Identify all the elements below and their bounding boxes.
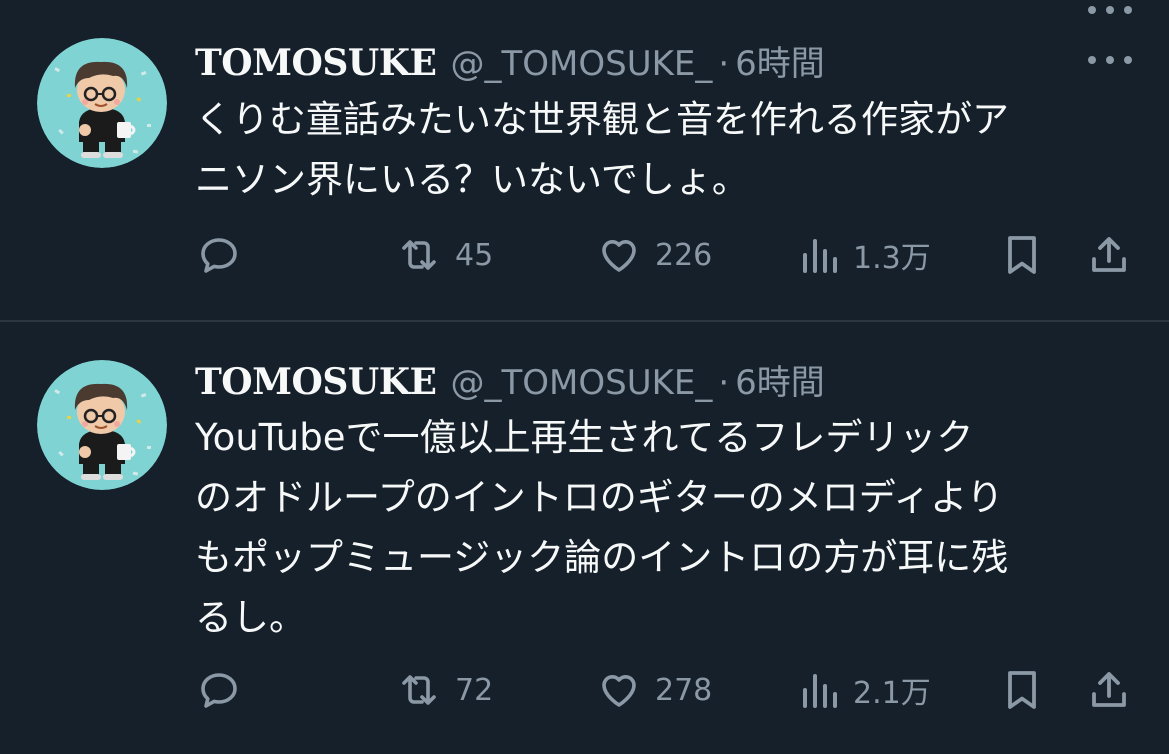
display-name[interactable]: TOMOSUKE	[195, 361, 437, 403]
share-button[interactable]	[1085, 230, 1133, 280]
avatar-illustration	[37, 360, 167, 490]
views-icon	[803, 674, 837, 708]
bookmark-button[interactable]	[998, 230, 1046, 280]
share-button[interactable]	[1085, 665, 1133, 715]
tweet-actions: 45 226 1.3万	[195, 230, 1140, 280]
user-handle[interactable]: @_TOMOSUKE_	[450, 363, 712, 403]
heart-icon	[602, 240, 636, 272]
retweet-button[interactable]: 45	[395, 230, 493, 280]
retweet-icon	[402, 240, 436, 270]
more-icon[interactable]	[1088, 50, 1132, 70]
tweet-text: YouTubeで一億以上再生されてるフレデリック のオドループのイントロのギター…	[195, 416, 1009, 639]
views-count: 2.1万	[853, 676, 931, 711]
like-button[interactable]: 226	[595, 230, 712, 280]
more-dot	[1106, 6, 1114, 14]
separator: ·	[718, 44, 730, 84]
separator: ·	[718, 363, 730, 403]
more-dot	[1124, 56, 1132, 64]
tweet-text: くりむ童話みたいな世界観と音を作れる作家がア ニソン界にいる？いないでしょ。	[195, 98, 1009, 201]
bookmark-icon	[1008, 671, 1036, 709]
timestamp[interactable]: 6時間	[735, 36, 825, 85]
retweet-icon	[402, 675, 436, 705]
more-dot	[1106, 56, 1114, 64]
views-button[interactable]: 2.1万	[797, 665, 931, 715]
timestamp[interactable]: 6時間	[735, 355, 825, 404]
retweet-count: 45	[455, 237, 494, 273]
avatar-illustration	[37, 38, 167, 168]
like-button[interactable]: 278	[595, 665, 712, 715]
avatar[interactable]	[37, 360, 167, 490]
more-dot	[1124, 6, 1132, 14]
reply-button[interactable]	[195, 665, 243, 715]
retweet-count: 72	[455, 672, 494, 708]
like-count: 226	[655, 237, 713, 273]
views-count: 1.3万	[853, 241, 931, 276]
more-icon[interactable]	[1088, 0, 1132, 20]
heart-icon	[602, 675, 636, 707]
display-name[interactable]: TOMOSUKE	[195, 42, 437, 84]
bookmark-button[interactable]	[998, 665, 1046, 715]
like-count: 278	[655, 672, 713, 708]
more-dot	[1088, 6, 1096, 14]
avatar[interactable]	[37, 38, 167, 168]
retweet-button[interactable]: 72	[395, 665, 493, 715]
tweet-header: TOMOSUKE @_TOMOSUKE_ · 6時間	[195, 355, 825, 405]
views-button[interactable]: 1.3万	[797, 230, 931, 280]
reply-button[interactable]	[195, 230, 243, 280]
tweet[interactable]: TOMOSUKE @_TOMOSUKE_ · 6時間 YouTubeで一億以上再…	[0, 320, 1169, 754]
share-icon	[1092, 237, 1126, 272]
tweet-actions: 72 278 2.1万	[195, 665, 1140, 715]
more-dot	[1088, 56, 1096, 64]
reply-icon	[201, 238, 237, 273]
bookmark-icon	[1008, 236, 1036, 274]
tweet[interactable]: TOMOSUKE @_TOMOSUKE_ · 6時間 くりむ童話みたいな世界観と…	[0, 0, 1169, 320]
tweet-header: TOMOSUKE @_TOMOSUKE_ · 6時間	[195, 36, 825, 86]
share-icon	[1092, 672, 1126, 707]
reply-icon	[201, 673, 237, 708]
views-icon	[803, 239, 837, 273]
user-handle[interactable]: @_TOMOSUKE_	[450, 44, 712, 84]
